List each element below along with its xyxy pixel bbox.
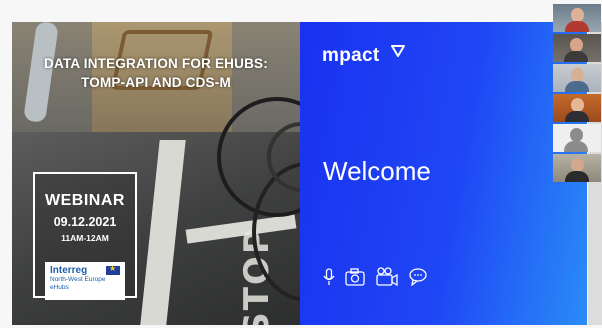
webinar-label: WEBINAR [45, 192, 125, 209]
participant-body [565, 21, 589, 32]
chat-bubbles-icon [409, 268, 429, 291]
participant-body [565, 171, 589, 182]
meeting-stage: STOP DATA INTEGRATION FOR EHUBS: TOMP-AP… [0, 0, 602, 328]
participant-body [565, 111, 589, 122]
participant-face [571, 8, 584, 22]
slide-title-line-1: DATA INTEGRATION FOR EHUBS: [44, 56, 268, 71]
eu-flag-icon [106, 264, 120, 275]
webinar-date: 09.12.2021 [53, 215, 117, 229]
partner-project: eHubs [50, 284, 69, 291]
brand-triangle-icon [391, 45, 405, 57]
interreg-logo: Interreg North-West Europe eHubs [45, 262, 125, 300]
participant-face [571, 68, 584, 82]
participant-face [570, 38, 583, 52]
welcome-heading: Welcome [323, 156, 431, 186]
participant-face [571, 158, 584, 172]
brand-logo: mpact [322, 45, 380, 66]
participant-tile[interactable] [553, 4, 601, 32]
partner-region: North-West Europe [50, 276, 106, 283]
slide-title: DATA INTEGRATION FOR EHUBS: TOMP-API AND… [12, 54, 300, 92]
avatar-placeholder-body [564, 141, 588, 152]
participant-tile[interactable] [553, 94, 601, 122]
webinar-time: 11AM-12AM [61, 233, 109, 243]
participant-tile[interactable] [553, 154, 601, 182]
participant-tile[interactable] [553, 34, 601, 62]
microphone-icon [323, 268, 335, 291]
participant-tile[interactable] [553, 64, 601, 92]
avatar-placeholder-icon [570, 128, 583, 142]
slide-title-line-2: TOMP-API AND CDS-M [81, 75, 231, 90]
participant-face [571, 98, 584, 112]
slide-icon-row [323, 267, 429, 292]
camera-icon [345, 268, 365, 291]
participant-tile[interactable] [553, 124, 601, 152]
participant-body [565, 81, 589, 92]
participant-body [564, 51, 588, 62]
video-camera-icon [375, 267, 399, 292]
